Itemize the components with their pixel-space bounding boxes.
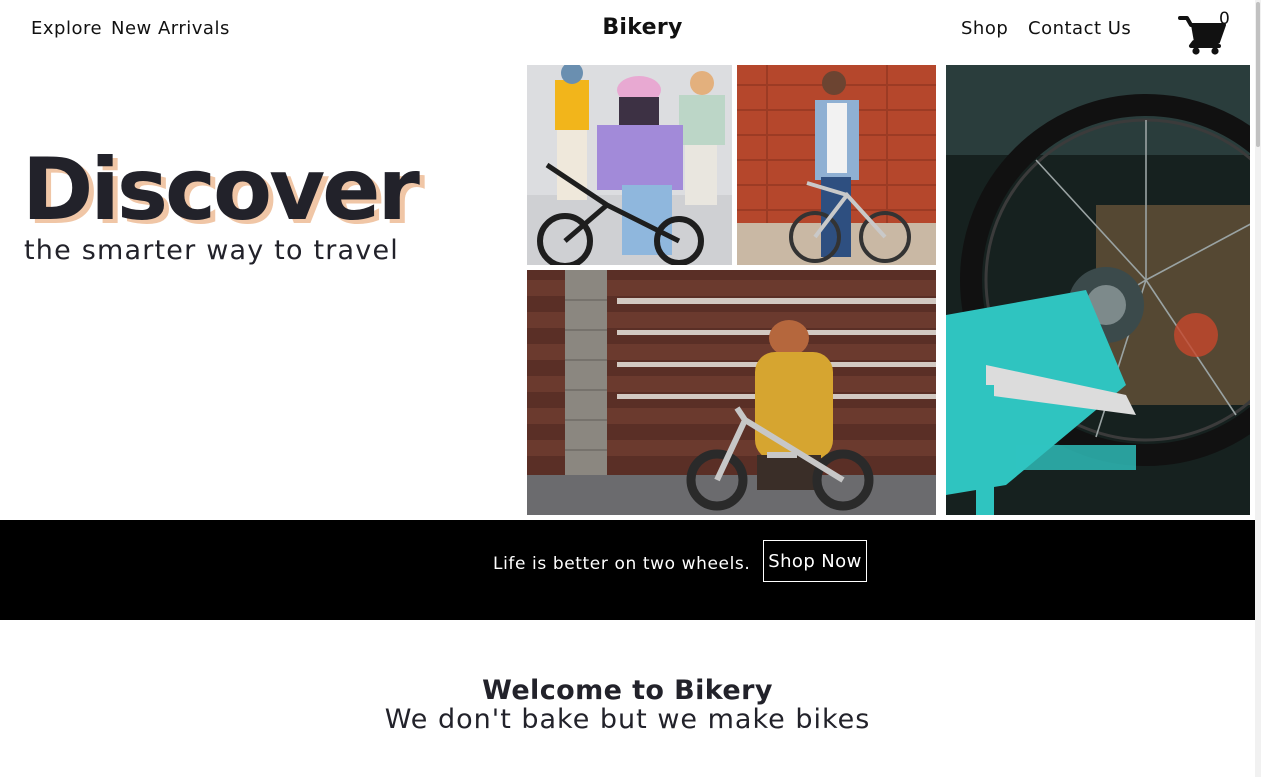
photo-teens-with-bmx bbox=[527, 65, 732, 265]
scrollbar-thumb[interactable] bbox=[1256, 2, 1260, 147]
photo-teal-bike-wheel bbox=[946, 65, 1250, 515]
promo-banner: Life is better on two wheels. Shop Now bbox=[0, 520, 1255, 620]
banner-tagline: Life is better on two wheels. bbox=[493, 554, 751, 574]
top-navigation: Explore New Arrivals Bikery Shop Contact… bbox=[0, 0, 1255, 60]
welcome-title: Welcome to Bikery bbox=[482, 675, 773, 706]
hero-title: Discover bbox=[22, 140, 420, 240]
photo-man-with-road-bike bbox=[737, 65, 936, 265]
nav-shop-link[interactable]: Shop bbox=[961, 18, 1008, 39]
shop-now-button[interactable]: Shop Now bbox=[763, 540, 867, 582]
cart-count-badge: 0 bbox=[1219, 9, 1230, 29]
photo-child-on-balance-bike bbox=[527, 270, 936, 515]
nav-contact-link[interactable]: Contact Us bbox=[1028, 18, 1131, 39]
hero-subtitle: the smarter way to travel bbox=[24, 235, 399, 266]
vertical-scrollbar[interactable] bbox=[1255, 0, 1261, 777]
welcome-subtitle: We don't bake but we make bikes bbox=[384, 704, 871, 735]
